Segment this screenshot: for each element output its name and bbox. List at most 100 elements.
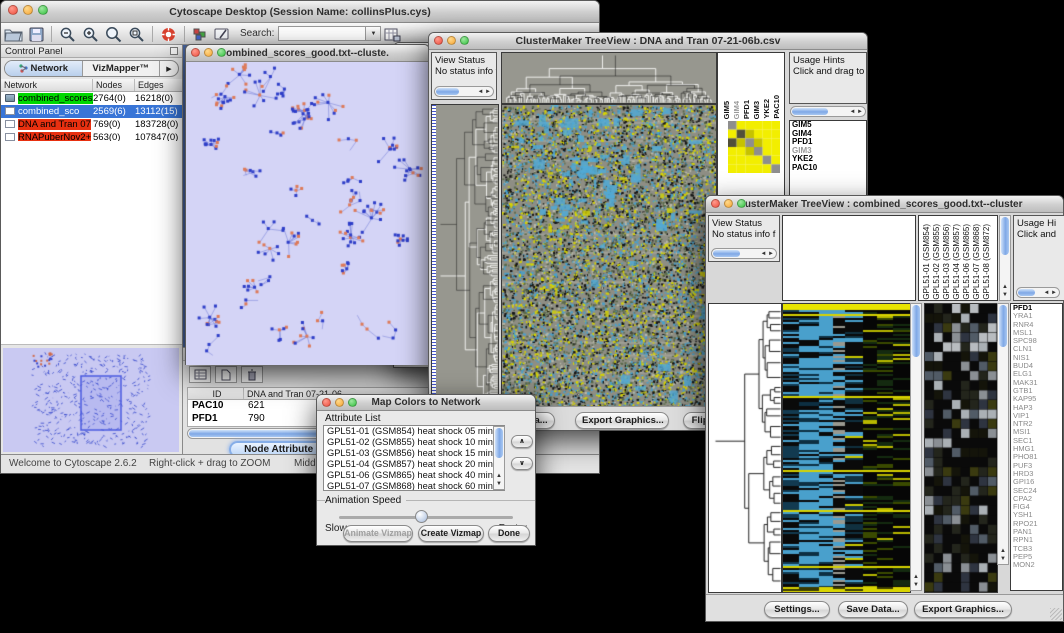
move-down-button[interactable]: ∨ [511,457,533,470]
help-lifering-icon[interactable] [160,25,177,44]
tv2-settings-button[interactable]: Settings... [764,601,830,618]
control-panel-tabs: Network VizMapper™ ▶ [4,60,179,77]
zoom-out-icon[interactable] [59,25,76,44]
close-button[interactable] [434,36,443,45]
tv1-column-label[interactable]: GIM5 [722,101,731,119]
search-dropdown-arrow[interactable]: ▼ [366,26,381,41]
attribute-list-item[interactable]: GPL51-01 (GSM854) heat shock 05 min [324,426,504,437]
tv1-column-label[interactable]: PFD1 [742,100,751,119]
network-view-titlebar[interactable]: combined_scores_good.txt--cluste... [186,45,429,62]
zoom-button[interactable] [737,199,746,208]
select-attributes-icon[interactable] [189,366,211,383]
close-button[interactable] [191,48,200,57]
zoom-button[interactable] [348,398,357,407]
search-input[interactable] [278,26,366,41]
dialog-titlebar[interactable]: Map Colors to Network [317,395,535,411]
new-attribute-icon[interactable] [215,366,237,383]
tv1-row-label[interactable]: PAC10 [790,164,866,173]
vizmap-nodes-icon[interactable] [192,25,208,44]
tv1-heatmap-zoom-matrix[interactable] [728,121,780,173]
tv2-heatmap-zoom[interactable] [924,303,998,593]
tv2-column-tree-area[interactable] [782,215,916,301]
minimize-button[interactable] [335,398,344,407]
move-up-button[interactable]: ∧ [511,435,533,448]
tv2-export-graphics-button[interactable]: Export Graphics... [914,601,1012,618]
tv1-column-label[interactable]: GIM3 [752,101,761,119]
tv1-column-label[interactable]: PAC10 [772,95,781,119]
attribute-list-item[interactable]: GPL51-02 (GSM855) heat shock 10 min [324,437,504,448]
attribute-list-scrollbar[interactable]: ▲▼ [493,426,505,490]
network-graph-canvas[interactable] [186,62,429,365]
tab-vizmapper[interactable]: VizMapper™ [83,61,161,76]
tv2-column-label[interactable]: GPL51-01 (GSM854) [922,224,931,300]
attribute-list-item[interactable]: GPL51-04 (GSM857) heat shock 20 min [324,459,504,470]
speed-slider-thumb[interactable] [415,510,428,523]
close-button[interactable] [711,199,720,208]
close-button[interactable] [8,5,18,15]
close-button[interactable] [322,398,331,407]
tv2-view-status-title: View Status [712,218,762,229]
tv1-column-dendrogram[interactable] [501,52,717,104]
attribute-list-item[interactable]: GPL51-03 (GSM856) heat shock 15 min [324,448,504,459]
network-list: combined_scores_ 2764(0) 16218(0) combin… [1,92,182,144]
tv2-row-dendrogram[interactable] [708,303,782,593]
map-colors-dialog: Map Colors to Network Attribute List GPL… [316,394,536,546]
network-list-row[interactable]: DNA and Tran 07 769(0) 183728(0) [1,118,182,131]
network-list-row[interactable]: combined_sco 2569(6) 13112(15) [1,105,182,118]
annotation-icon[interactable] [214,25,231,44]
network-overview-thumbnail[interactable] [3,348,179,452]
minimize-button[interactable] [724,199,733,208]
tv1-status-scrollbar[interactable]: ◄ ► [434,86,494,97]
tv1-usage-scrollbar[interactable]: ◄ ► [790,106,866,117]
attribute-list-item[interactable]: GPL51-07 (GSM868) heat shock 60 min [324,481,504,491]
tv2-column-label[interactable]: GPL51-06 (GSM865) [962,224,971,300]
minimize-button[interactable] [23,5,33,15]
network-list-row[interactable]: combined_scores_ 2764(0) 16218(0) [1,92,182,105]
save-icon[interactable] [29,25,44,44]
tab-network[interactable]: Network [5,61,83,76]
tv2-status-scrollbar[interactable]: ◄ ► [711,248,777,259]
animation-speed-label: Animation Speed [325,495,406,506]
attribute-list-item[interactable]: GPL51-06 (GSM865) heat shock 40 min [324,470,504,481]
tv1-row-dendrogram[interactable] [431,104,499,408]
zoom-button[interactable] [217,48,226,57]
treeview2-title: ClusterMaker TreeView : combined_scores_… [746,196,1023,212]
network-item-icon [5,107,15,115]
tv1-view-status-title: View Status [435,55,485,66]
treeview1-titlebar[interactable]: ClusterMaker TreeView : DNA and Tran 07-… [429,33,867,50]
delete-attribute-icon[interactable] [241,366,263,383]
animate-vizmap-button[interactable]: Animate Vizmap [343,525,413,542]
tv2-column-label[interactable]: GPL51-04 (GSM857) [952,224,961,300]
open-file-icon[interactable] [4,25,23,44]
tv2-save-data-button[interactable]: Save Data... [838,601,908,618]
search-label: Search: [240,28,274,44]
zoom-in-icon[interactable] [82,25,99,44]
tv1-heatmap-global[interactable] [501,104,717,408]
tv2-heatmap-vscrollbar[interactable]: ▲▼ [910,303,922,591]
tv2-heatmap-global[interactable] [782,303,911,593]
float-panel-icon[interactable] [170,47,178,55]
tv2-usage-scrollbar[interactable]: ◄ ► [1016,287,1060,298]
zoom-button[interactable] [460,36,469,45]
minimize-button[interactable] [204,48,213,57]
tv1-column-label[interactable]: YKE2 [762,99,771,119]
tv2-gene-list-scrollbar[interactable]: ▲▼ [997,303,1009,565]
tv2-column-labels-scrollbar[interactable]: ▲▼ [999,215,1011,301]
done-button[interactable]: Done [488,525,530,542]
main-titlebar[interactable]: Cytoscape Desktop (Session Name: collins… [1,1,599,23]
tab-more-arrow[interactable]: ▶ [160,61,178,76]
minimize-button[interactable] [447,36,456,45]
zoom-fit-icon[interactable] [105,25,122,44]
resize-grip[interactable] [1050,608,1062,620]
tv1-export-graphics-button[interactable]: Export Graphics... [575,412,669,429]
tv2-column-label[interactable]: GPL51-08 (GSM872) [982,224,991,300]
tv2-column-label[interactable]: GPL51-03 (GSM856) [942,224,951,300]
tv2-column-label[interactable]: GPL51-02 (GSM855) [932,224,941,300]
gene-label[interactable]: MON2 [1011,561,1062,569]
network-tab-icon [19,64,28,73]
tv2-column-label[interactable]: GPL51-07 (GSM868) [972,224,981,300]
create-vizmap-button[interactable]: Create Vizmap [418,525,484,542]
treeview2-titlebar[interactable]: ClusterMaker TreeView : combined_scores_… [706,196,1063,213]
tv1-column-label[interactable]: GIM4 [732,101,741,119]
zoom-selected-icon[interactable] [128,25,145,44]
